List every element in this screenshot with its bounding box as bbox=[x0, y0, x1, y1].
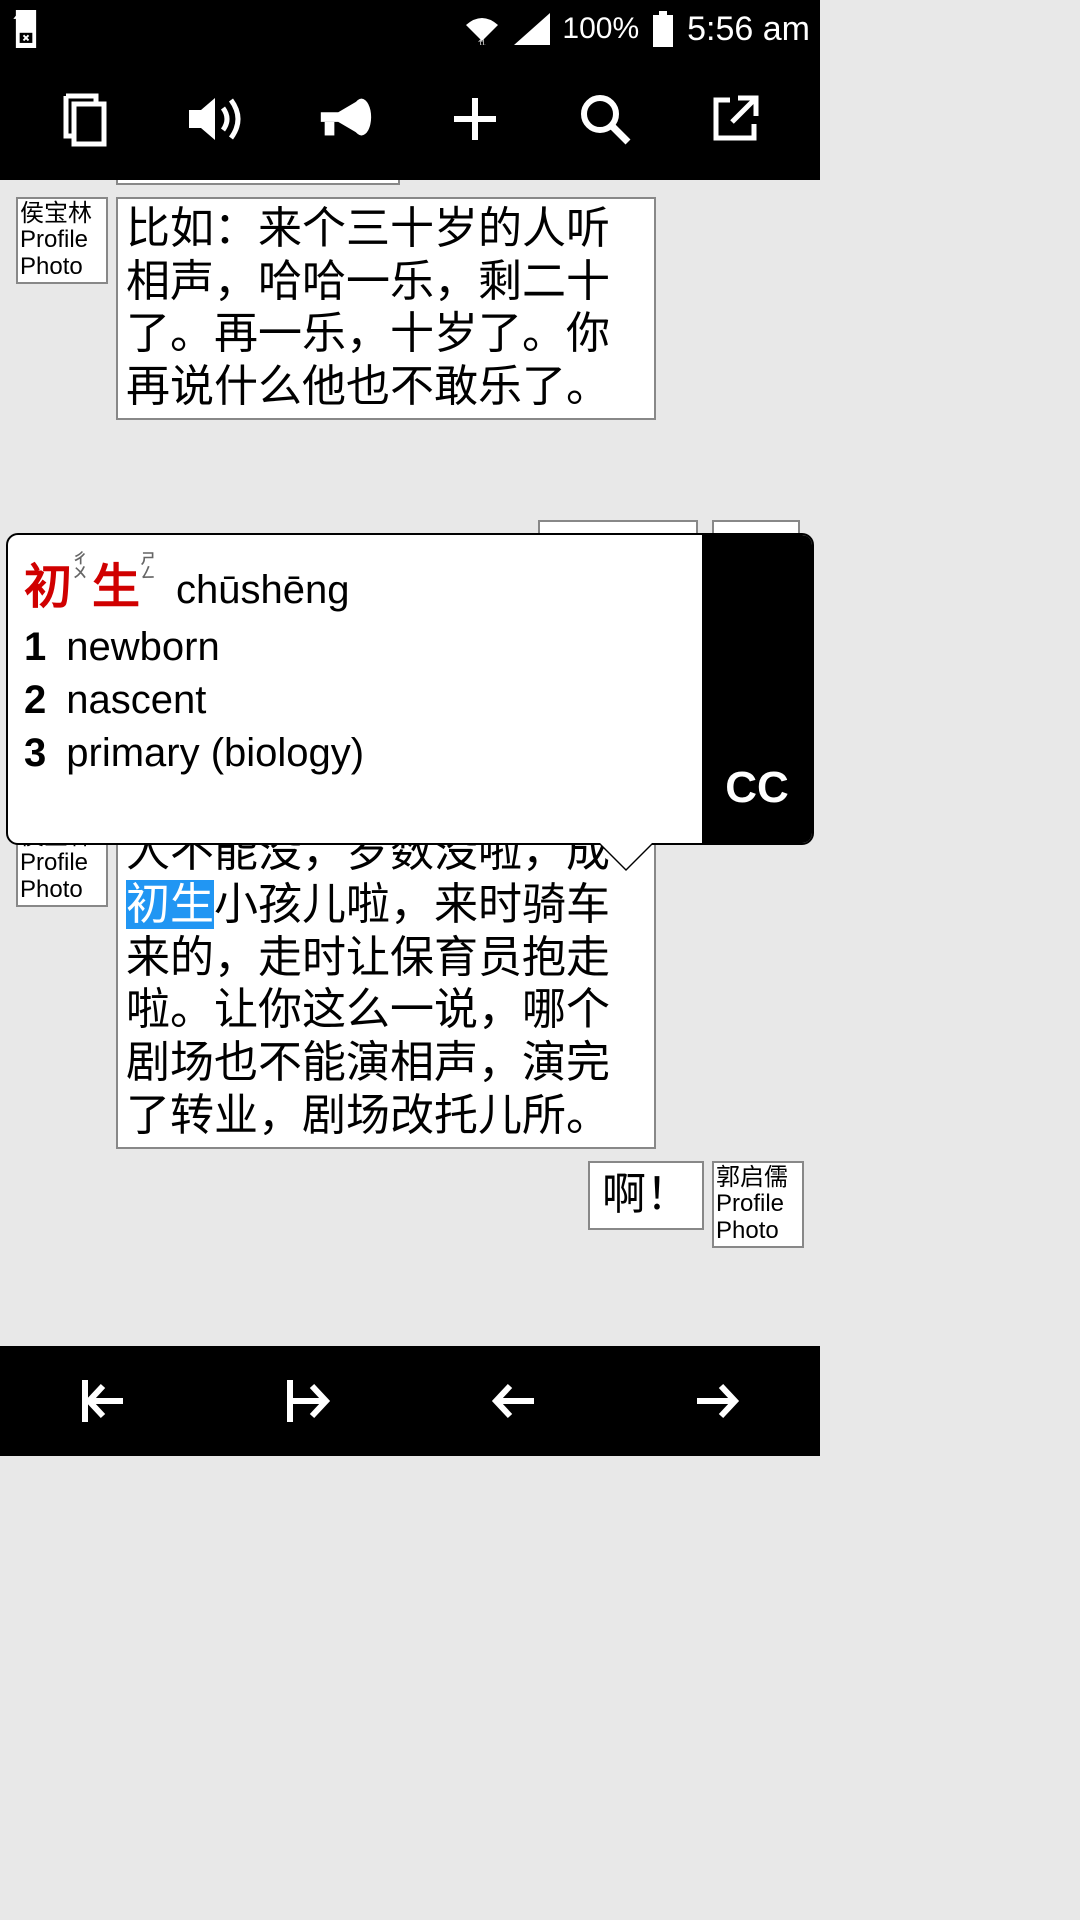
definition-text: primary (biology) bbox=[66, 731, 364, 776]
battery-icon bbox=[651, 11, 675, 47]
speaker-name: 郭启儒 bbox=[716, 1164, 788, 1191]
popup-header: 初ㄔㄨ 生ㄕㄥ chūshēng bbox=[24, 547, 686, 617]
message-row: 侯宝林 Profile Photo 比如：来个三十岁的人听相声，哈哈一乐，剩二十… bbox=[16, 197, 804, 420]
popup-body: 初ㄔㄨ 生ㄕㄥ chūshēng 1 newborn 2 nascent 3 p… bbox=[8, 535, 702, 843]
conversation-content[interactable]: 柱子爬上去。 侯宝林 Profile Photo 比如：来个三十岁的人听相声，哈… bbox=[0, 180, 820, 1346]
copy-icon[interactable] bbox=[55, 89, 115, 149]
message-bubble[interactable]: 比如：来个三十岁的人听相声，哈哈一乐，剩二十了。再一乐，十岁了。你再说什么他也不… bbox=[116, 197, 656, 420]
avatar-placeholder[interactable]: 郭启儒 Profile Photo bbox=[712, 1161, 804, 1248]
dictionary-popup[interactable]: 初ㄔㄨ 生ㄕㄥ chūshēng 1 newborn 2 nascent 3 p… bbox=[6, 533, 814, 845]
go-to-end-icon[interactable] bbox=[273, 1366, 343, 1436]
definition-row[interactable]: 3 primary (biology) bbox=[24, 731, 686, 776]
app-toolbar bbox=[0, 58, 820, 180]
open-external-icon[interactable] bbox=[705, 89, 765, 149]
pinyin-reading[interactable]: chūshēng bbox=[176, 568, 349, 613]
status-bar: ⇅ 100% 5:56 am bbox=[0, 0, 820, 58]
definition-text: newborn bbox=[66, 625, 219, 670]
popup-pointer-icon bbox=[598, 841, 654, 869]
message-bubble[interactable]: 柱子爬上去。 bbox=[116, 180, 400, 185]
definition-text: nascent bbox=[66, 678, 206, 723]
definition-number: 2 bbox=[24, 678, 46, 723]
search-icon[interactable] bbox=[575, 89, 635, 149]
message-row: 柱子爬上去。 bbox=[16, 180, 804, 185]
go-to-start-icon[interactable] bbox=[68, 1366, 138, 1436]
speaker-name: 侯宝林 bbox=[20, 200, 92, 227]
profile-photo-label: Profile Photo bbox=[716, 1190, 784, 1243]
battery-percent: 100% bbox=[562, 12, 639, 46]
message-row: 侯宝林 Profile Photo 人不能没，岁数没啦，成初生小孩儿啦，来时骑车… bbox=[16, 820, 804, 1149]
next-icon[interactable] bbox=[683, 1366, 753, 1436]
definition-number: 1 bbox=[24, 625, 46, 670]
zhuyin-annotation: ㄕㄥ bbox=[138, 551, 158, 579]
definition-number: 3 bbox=[24, 731, 46, 776]
headword-chars[interactable]: 初ㄔㄨ 生ㄕㄥ bbox=[24, 547, 156, 617]
wifi-icon: ⇅ bbox=[462, 13, 502, 45]
profile-photo-label: Profile Photo bbox=[20, 849, 88, 902]
zhuyin-annotation: ㄔㄨ bbox=[70, 551, 90, 579]
signal-icon bbox=[514, 13, 550, 45]
plus-icon[interactable] bbox=[445, 89, 505, 149]
status-left bbox=[10, 10, 462, 48]
highlighted-word[interactable]: 初生 bbox=[126, 880, 214, 929]
message-bubble[interactable]: 啊！ bbox=[588, 1161, 704, 1230]
definition-row[interactable]: 2 nascent bbox=[24, 678, 686, 723]
avatar-placeholder[interactable]: 侯宝林 Profile Photo bbox=[16, 197, 108, 284]
clock-time: 5:56 am bbox=[687, 10, 810, 49]
previous-icon[interactable] bbox=[478, 1366, 548, 1436]
message-bubble[interactable]: 人不能没，岁数没啦，成初生小孩儿啦，来时骑车来的，走时让保育员抱走啦。让你这么一… bbox=[116, 820, 656, 1149]
message-row: 啊！ 郭启儒 Profile Photo bbox=[16, 1161, 804, 1248]
sim-card-icon bbox=[10, 10, 42, 48]
definition-row[interactable]: 1 newborn bbox=[24, 625, 686, 670]
bottom-nav bbox=[0, 1346, 820, 1456]
svg-text:⇅: ⇅ bbox=[478, 39, 486, 45]
profile-photo-label: Profile Photo bbox=[20, 226, 88, 279]
headword-char[interactable]: 生ㄕㄥ bbox=[92, 547, 156, 617]
status-right: ⇅ 100% 5:56 am bbox=[462, 10, 810, 49]
dictionary-source-tab[interactable]: CC bbox=[702, 535, 812, 843]
headword-char[interactable]: 初ㄔㄨ bbox=[24, 547, 88, 617]
megaphone-icon[interactable] bbox=[315, 89, 375, 149]
volume-icon[interactable] bbox=[185, 89, 245, 149]
